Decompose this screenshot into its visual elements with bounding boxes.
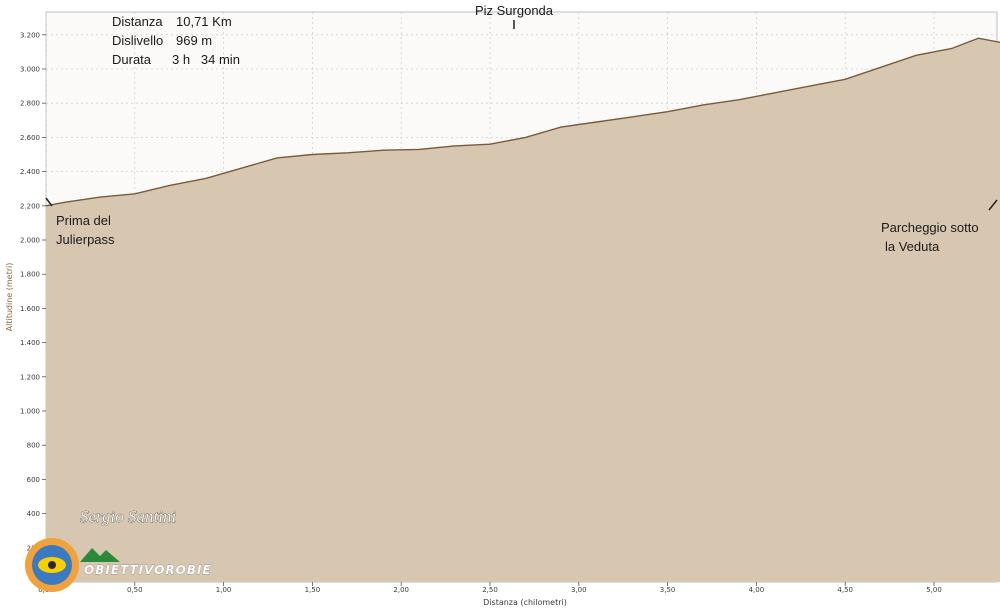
elevation-label: Dislivello bbox=[112, 33, 163, 48]
y-tick-label: 1.400 bbox=[20, 339, 40, 347]
y-tick-label: 2.400 bbox=[20, 168, 40, 176]
y-tick-label: 2.000 bbox=[20, 237, 40, 245]
distance-label: Distanza bbox=[112, 14, 163, 29]
y-tick-label: 1.600 bbox=[20, 305, 40, 313]
x-tick-label: 3,50 bbox=[660, 586, 676, 594]
y-tick-label: 2.800 bbox=[20, 100, 40, 108]
y-tick-label: 3.200 bbox=[20, 31, 40, 39]
y-tick-label: 800 bbox=[27, 442, 40, 450]
x-tick-label: 2,00 bbox=[393, 586, 409, 594]
y-tick-label: 2.200 bbox=[20, 202, 40, 210]
x-tick-label: 0,50 bbox=[127, 586, 143, 594]
y-tick-label: 600 bbox=[27, 476, 40, 484]
brand-name: OBIETTIVOROBIE bbox=[84, 563, 212, 577]
start-label-line1: Prima del bbox=[56, 213, 111, 228]
logo-pupil-icon bbox=[48, 561, 56, 569]
end-label-line1: Parcheggio sotto bbox=[881, 220, 979, 235]
summit-label: Piz Surgonda bbox=[475, 3, 554, 18]
x-tick-label: 3,00 bbox=[571, 586, 587, 594]
y-tick-label: 2.600 bbox=[20, 134, 40, 142]
end-label-line2: la Veduta bbox=[885, 239, 940, 254]
elevation-value: 969 m bbox=[176, 33, 212, 48]
y-tick-label: 1.800 bbox=[20, 271, 40, 279]
duration-value: 3 h 34 min bbox=[172, 52, 240, 67]
x-tick-label: 1,50 bbox=[305, 586, 321, 594]
start-label-line2: Julierpass bbox=[56, 232, 115, 247]
y-tick-label: 1.000 bbox=[20, 408, 40, 416]
author-signature: Sergio Santini bbox=[80, 507, 176, 526]
distance-value: 10,71 Km bbox=[176, 14, 232, 29]
y-axis-title: Altitudine (metri) bbox=[5, 263, 14, 332]
y-tick-label: 1.200 bbox=[20, 373, 40, 381]
x-axis-title: Distanza (chilometri) bbox=[483, 598, 567, 607]
x-tick-label: 4,50 bbox=[837, 586, 853, 594]
y-tick-label: 3.000 bbox=[20, 66, 40, 74]
elevation-profile-chart: 2004006008001.0001.2001.4001.6001.8002.0… bbox=[0, 0, 1000, 610]
x-tick-label: 5,00 bbox=[926, 586, 942, 594]
duration-label: Durata bbox=[112, 52, 152, 67]
y-tick-label: 400 bbox=[27, 510, 40, 518]
x-tick-label: 1,00 bbox=[216, 586, 232, 594]
x-tick-label: 4,00 bbox=[749, 586, 765, 594]
x-tick-label: 2,50 bbox=[482, 586, 498, 594]
